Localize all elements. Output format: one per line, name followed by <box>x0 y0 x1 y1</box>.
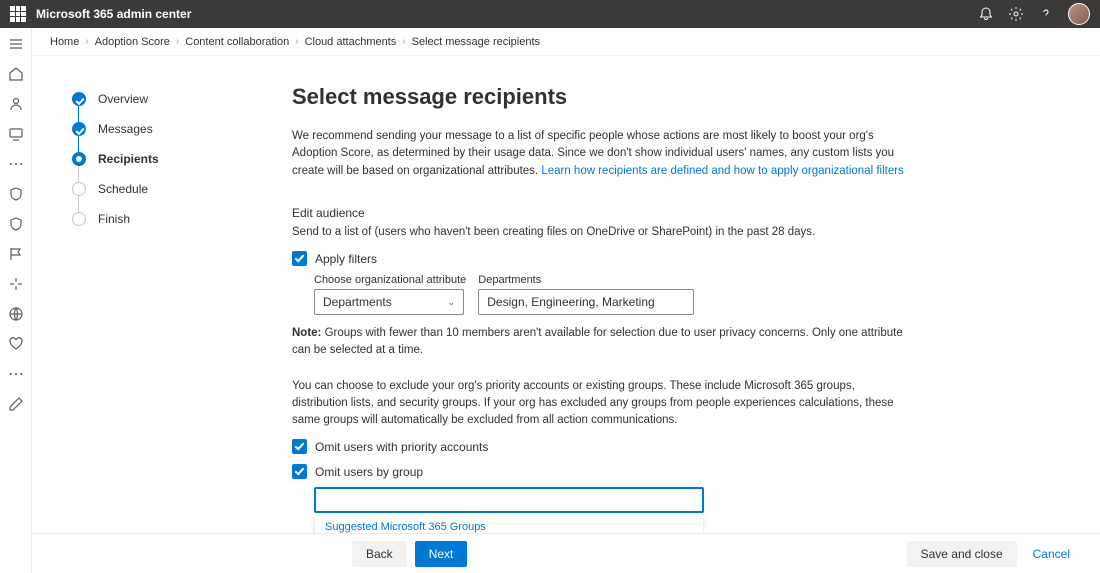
heart-icon[interactable] <box>8 336 24 352</box>
chevron-down-icon: ⌄ <box>447 297 455 308</box>
app-launcher-icon[interactable] <box>10 6 26 22</box>
intro-link[interactable]: Learn how recipients are defined and how… <box>541 165 903 177</box>
departments-label: Departments <box>478 274 694 286</box>
omit-group-label: Omit users by group <box>315 465 423 479</box>
breadcrumb: Home › Adoption Score › Content collabor… <box>32 28 1100 56</box>
user-avatar[interactable] <box>1068 3 1090 25</box>
home-icon[interactable] <box>8 66 24 82</box>
omit-priority-label: Omit users with priority accounts <box>315 440 488 454</box>
cancel-link[interactable]: Cancel <box>1033 547 1070 561</box>
departments-input[interactable]: Design, Engineering, Marketing <box>478 289 694 315</box>
crumb-home[interactable]: Home <box>50 36 79 48</box>
app-title: Microsoft 365 admin center <box>36 7 978 21</box>
flag-icon[interactable] <box>8 246 24 262</box>
globe-icon[interactable] <box>8 306 24 322</box>
crumb-adoption[interactable]: Adoption Score <box>95 36 170 48</box>
shield2-icon[interactable] <box>8 216 24 232</box>
apply-filters-checkbox[interactable] <box>292 251 307 266</box>
notifications-icon[interactable] <box>978 6 994 22</box>
intro-text: We recommend sending your message to a l… <box>292 128 912 180</box>
exclude-para: You can choose to exclude your org's pri… <box>292 378 912 430</box>
step-recipients[interactable]: Recipients <box>72 146 272 172</box>
crumb-cloud[interactable]: Cloud attachments <box>305 36 397 48</box>
dots2-icon[interactable] <box>8 366 24 382</box>
main-content: Select message recipients We recommend s… <box>292 56 1100 573</box>
step-messages[interactable]: Messages <box>72 116 272 142</box>
step-finish[interactable]: Finish <box>72 206 272 232</box>
omit-priority-checkbox[interactable] <box>292 439 307 454</box>
left-nav-rail <box>0 28 32 573</box>
next-button[interactable]: Next <box>415 541 468 567</box>
settings-icon[interactable] <box>1008 6 1024 22</box>
back-button[interactable]: Back <box>352 541 407 567</box>
suggestions-heading: Suggested Microsoft 365 Groups <box>325 521 693 533</box>
dots-icon[interactable] <box>8 156 24 172</box>
step-schedule[interactable]: Schedule <box>72 176 272 202</box>
group-search-input[interactable] <box>314 487 704 513</box>
attribute-label: Choose organizational attribute <box>314 274 466 286</box>
crumb-current: Select message recipients <box>412 36 540 48</box>
apply-filters-label: Apply filters <box>315 252 377 266</box>
save-close-button[interactable]: Save and close <box>907 541 1017 567</box>
wizard-footer: Back Next Save and close Cancel <box>32 533 1100 573</box>
sparkle-icon[interactable] <box>8 276 24 292</box>
edit-audience-heading: Edit audience <box>292 206 1060 220</box>
shield-icon[interactable] <box>8 186 24 202</box>
note-text: Note: Groups with fewer than 10 members … <box>292 325 912 360</box>
wizard-steps: Overview Messages Recipients Schedule Fi… <box>32 56 292 573</box>
crumb-content[interactable]: Content collaboration <box>185 36 289 48</box>
edit-icon[interactable] <box>8 396 24 412</box>
menu-icon[interactable] <box>8 36 24 52</box>
omit-group-checkbox[interactable] <box>292 464 307 479</box>
help-icon[interactable] <box>1038 6 1054 22</box>
step-overview[interactable]: Overview <box>72 86 272 112</box>
edit-audience-sub: Send to a list of (users who haven't bee… <box>292 224 932 241</box>
top-bar: Microsoft 365 admin center <box>0 0 1100 28</box>
attribute-select[interactable]: Departments⌄ <box>314 289 464 315</box>
devices-icon[interactable] <box>8 126 24 142</box>
users-icon[interactable] <box>8 96 24 112</box>
page-title: Select message recipients <box>292 84 1060 110</box>
